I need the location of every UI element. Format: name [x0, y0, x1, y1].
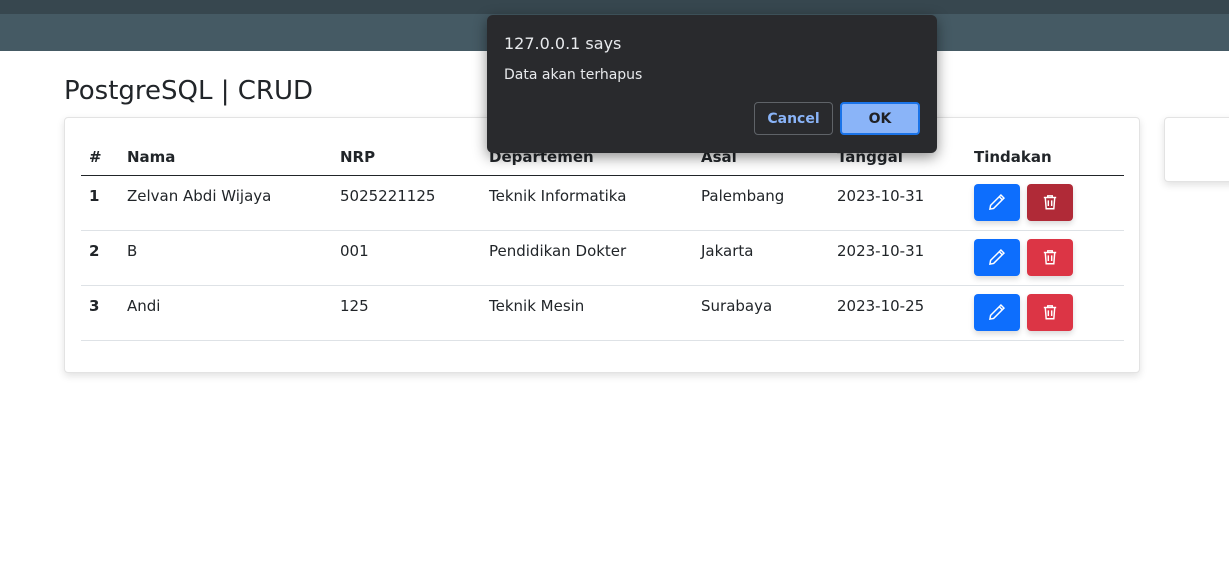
dialog-message: Data akan terhapus [504, 67, 643, 83]
ok-button[interactable]: OK [840, 102, 920, 135]
row-actions [966, 285, 1124, 341]
delete-button[interactable] [1026, 183, 1073, 221]
data-table: # Nama NRP Departemen Asal Tanggal Tinda… [81, 140, 1124, 341]
pencil-icon [989, 193, 1006, 210]
row-number: 2 [81, 230, 119, 286]
edit-button[interactable] [974, 293, 1020, 331]
row-nama: B [119, 230, 332, 286]
row-departemen: Pendidikan Dokter [481, 230, 693, 286]
page-title: PostgreSQL | CRUD [64, 76, 314, 106]
row-asal: Surabaya [693, 285, 829, 341]
row-tanggal: 2023-10-31 [829, 230, 966, 286]
table-row: 2 B 001 Pendidikan Dokter Jakarta 2023-1… [81, 230, 1124, 286]
row-departemen: Teknik Mesin [481, 285, 693, 341]
header-number: # [81, 140, 119, 176]
row-actions [966, 230, 1124, 286]
delete-button[interactable] [1026, 238, 1073, 276]
data-card: # Nama NRP Departemen Asal Tanggal Tinda… [64, 117, 1140, 373]
side-card [1164, 117, 1229, 182]
header-nrp: NRP [332, 140, 481, 176]
row-asal: Jakarta [693, 230, 829, 286]
row-nrp: 001 [332, 230, 481, 286]
edit-button[interactable] [974, 238, 1020, 276]
row-actions [966, 175, 1124, 231]
row-departemen: Teknik Informatika [481, 175, 693, 231]
row-nama: Zelvan Abdi Wijaya [119, 175, 332, 231]
header-tindakan: Tindakan [966, 140, 1124, 176]
table-row: 3 Andi 125 Teknik Mesin Surabaya 2023-10… [81, 285, 1124, 341]
row-tanggal: 2023-10-31 [829, 175, 966, 231]
header-nama: Nama [119, 140, 332, 176]
edit-button[interactable] [974, 183, 1020, 221]
row-number: 1 [81, 175, 119, 231]
row-number: 3 [81, 285, 119, 341]
dialog-title: 127.0.0.1 says [504, 34, 622, 53]
row-nrp: 125 [332, 285, 481, 341]
row-nrp: 5025221125 [332, 175, 481, 231]
browser-top-strip [0, 0, 1229, 14]
trash-icon [1043, 195, 1056, 210]
pencil-icon [989, 303, 1006, 320]
alert-dialog: 127.0.0.1 says Data akan terhapus Cancel… [487, 15, 937, 153]
trash-icon [1043, 250, 1056, 265]
table-row: 1 Zelvan Abdi Wijaya 5025221125 Teknik I… [81, 175, 1124, 231]
row-asal: Palembang [693, 175, 829, 231]
row-tanggal: 2023-10-25 [829, 285, 966, 341]
trash-icon [1043, 305, 1056, 320]
row-nama: Andi [119, 285, 332, 341]
pencil-icon [989, 248, 1006, 265]
delete-button[interactable] [1026, 293, 1073, 331]
cancel-button[interactable]: Cancel [754, 102, 833, 135]
